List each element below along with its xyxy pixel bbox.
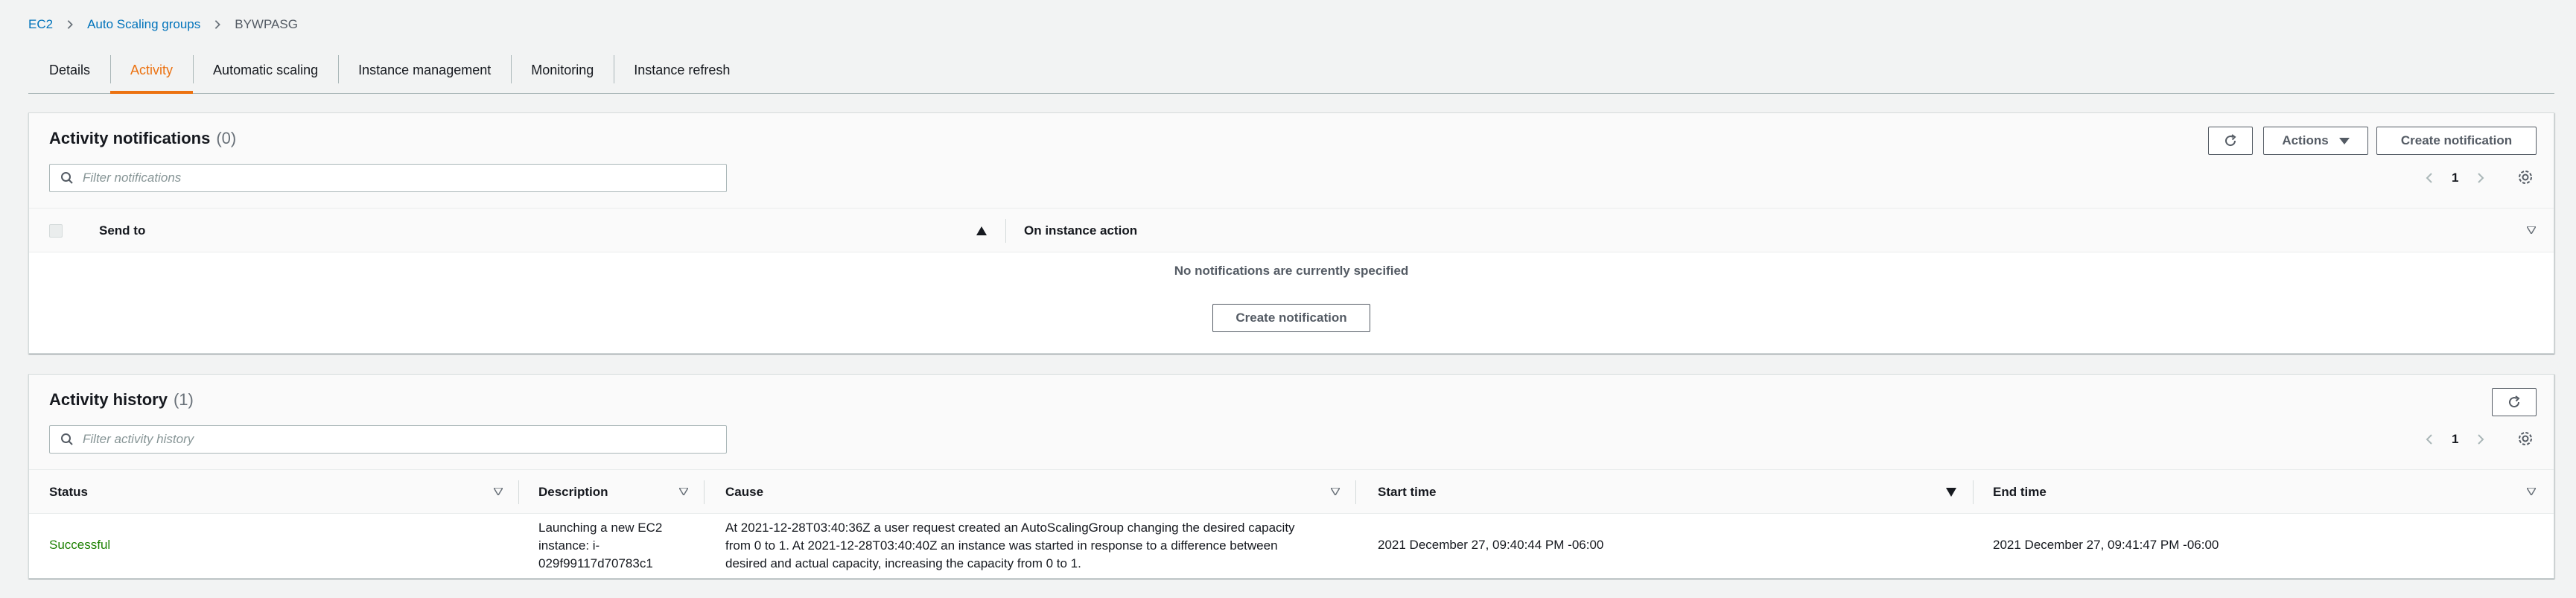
panel-header [29, 375, 2554, 469]
column-status[interactable]: Status [49, 470, 88, 515]
refresh-icon [2509, 395, 2520, 408]
create-notification-button[interactable]: Create notification [2376, 127, 2537, 155]
sort-caret-icon[interactable] [976, 226, 987, 235]
panel-title: Activity notifications (0) [49, 129, 236, 148]
column-cause[interactable]: Cause [725, 470, 763, 515]
tab-details[interactable]: Details [28, 48, 110, 93]
page-number[interactable]: 1 [2452, 171, 2458, 185]
select-all-checkbox[interactable] [49, 224, 63, 238]
column-on-instance-action[interactable]: On instance action [1024, 209, 1137, 253]
sort-caret-icon[interactable] [2527, 488, 2536, 495]
chevron-left-icon[interactable] [2423, 433, 2435, 445]
breadcrumb: EC2 Auto Scaling groups BYWPASG [28, 15, 298, 34]
refresh-button[interactable] [2492, 388, 2537, 416]
tab-instance-management[interactable]: Instance management [338, 48, 511, 93]
gear-icon[interactable] [2517, 430, 2534, 447]
panel-title-count: (0) [216, 129, 237, 147]
tab-instance-refresh[interactable]: Instance refresh [614, 48, 750, 93]
filter-notifications[interactable] [49, 164, 727, 192]
sort-caret-icon[interactable] [1946, 488, 1956, 497]
filter-activity-history-input[interactable] [83, 432, 708, 447]
panel-title: Activity history (1) [49, 390, 194, 410]
end-time-cell: 2021 December 27, 09:41:47 PM -06:00 [1993, 538, 2219, 552]
chevron-right-icon[interactable] [2475, 172, 2487, 184]
pagination: 1 [2423, 171, 2487, 185]
search-icon [61, 172, 73, 184]
tab-automatic-scaling[interactable]: Automatic scaling [193, 48, 338, 93]
panel-title-text: Activity history [49, 390, 168, 409]
breadcrumb-link-ec2[interactable]: EC2 [28, 17, 53, 32]
cause-line: At 2021-12-28T03:40:36Z a user request c… [725, 521, 1295, 535]
column-description[interactable]: Description [538, 470, 608, 515]
pagination: 1 [2423, 432, 2487, 447]
sort-caret-icon[interactable] [2527, 226, 2536, 234]
column-divider [518, 480, 519, 504]
status-badge: Successful [49, 538, 111, 552]
description-line: 029f99117d70783c1 [538, 556, 653, 570]
description-cell: Launching a new EC2 instance: i- 029f991… [538, 519, 702, 573]
column-divider [1005, 219, 1006, 243]
panel-title-text: Activity notifications [49, 129, 211, 147]
column-divider [704, 480, 705, 504]
filter-notifications-input[interactable] [83, 171, 708, 185]
gear-icon[interactable] [2517, 169, 2534, 185]
sort-caret-icon[interactable] [494, 488, 503, 495]
description-line: instance: i- [538, 538, 600, 553]
tab-bar: Details Activity Automatic scaling Insta… [28, 48, 2554, 94]
actions-button-label: Actions [2282, 133, 2329, 147]
actions-button[interactable]: Actions [2263, 127, 2368, 155]
search-icon [61, 433, 73, 445]
activity-history-panel: Activity history (1) 1 Status Descriptio… [28, 374, 2554, 579]
filter-activity-history[interactable] [49, 425, 727, 454]
activity-notifications-panel: Activity notifications (0) Actions Creat… [28, 112, 2554, 354]
notifications-table-header: Send to On instance action [29, 208, 2554, 252]
description-line: Launching a new EC2 [538, 521, 663, 535]
panel-header [29, 113, 2554, 208]
cause-line: desired and actual capacity, increasing … [725, 556, 1081, 570]
page-number[interactable]: 1 [2452, 432, 2458, 447]
chevron-right-icon[interactable] [2475, 433, 2487, 445]
sort-caret-icon[interactable] [679, 488, 688, 495]
activity-table-header: Status Description Cause Start time End … [29, 469, 2554, 514]
panel-title-count: (1) [173, 390, 194, 409]
cause-cell: At 2021-12-28T03:40:36Z a user request c… [725, 519, 1351, 573]
chevron-left-icon[interactable] [2423, 172, 2435, 184]
chevron-right-icon [53, 19, 87, 30]
start-time-cell: 2021 December 27, 09:40:44 PM -06:00 [1378, 538, 1604, 552]
column-divider [1355, 480, 1356, 504]
empty-state-create-notification-button[interactable]: Create notification [1212, 304, 1370, 332]
column-end-time[interactable]: End time [1993, 470, 2047, 515]
refresh-icon [2225, 134, 2236, 147]
tab-activity[interactable]: Activity [110, 48, 194, 94]
refresh-button[interactable] [2208, 127, 2253, 155]
chevron-right-icon [200, 19, 235, 30]
caret-down-icon [2338, 137, 2350, 144]
breadcrumb-current: BYWPASG [235, 17, 298, 31]
empty-state-message: No notifications are currently specified [1174, 264, 1409, 278]
breadcrumb-link-auto-scaling-groups[interactable]: Auto Scaling groups [87, 17, 200, 32]
sort-caret-icon[interactable] [1331, 488, 1340, 495]
column-send-to[interactable]: Send to [99, 209, 145, 253]
tab-monitoring[interactable]: Monitoring [511, 48, 614, 93]
column-divider [1973, 480, 1974, 504]
column-start-time[interactable]: Start time [1378, 470, 1436, 515]
cause-line: from 0 to 1. At 2021-12-28T03:40:40Z an … [725, 538, 1278, 553]
